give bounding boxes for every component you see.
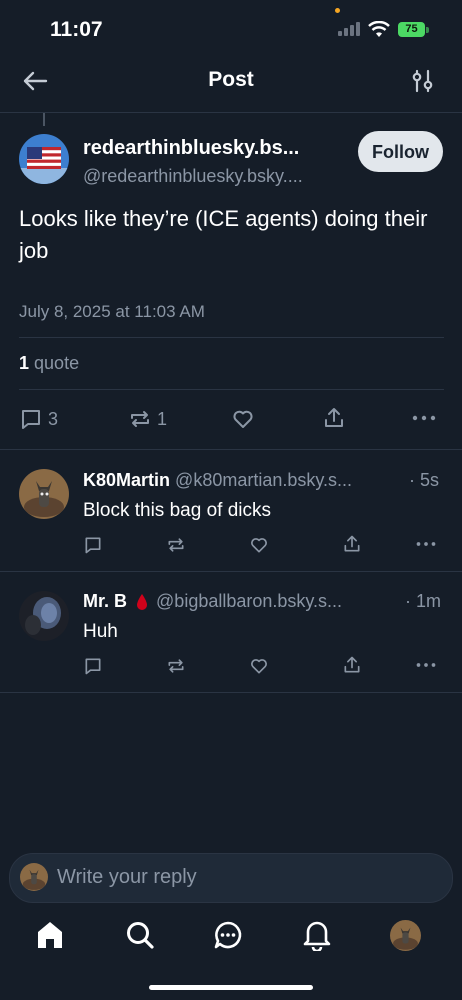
repost-button[interactable]: 1 — [128, 407, 167, 431]
privacy-indicator — [335, 8, 340, 13]
cellular-signal-icon — [338, 22, 360, 36]
reply-author-handle: @k80martian.bsky.s... — [175, 470, 353, 490]
share-icon[interactable] — [322, 406, 346, 430]
header-divider — [0, 112, 462, 113]
author-name[interactable]: redearthinbluesky.bs... — [83, 137, 299, 160]
post-text: Looks like they’re (ICE agents) doing th… — [19, 206, 428, 263]
share-icon[interactable] — [342, 534, 362, 554]
quote-count[interactable]: 1 quote — [19, 353, 79, 374]
reply-icon — [22, 410, 40, 429]
wifi-icon — [368, 21, 390, 38]
reply-timestamp: · 5s — [409, 470, 440, 490]
repost-icon[interactable] — [166, 535, 186, 555]
stats-divider — [19, 389, 444, 390]
reply-button[interactable]: 3 — [19, 407, 58, 431]
like-icon[interactable] — [249, 535, 269, 555]
search-icon[interactable] — [125, 920, 155, 950]
home-indicator — [149, 985, 313, 990]
bell-icon[interactable] — [303, 919, 331, 951]
more-icon[interactable] — [411, 412, 437, 424]
like-icon[interactable] — [231, 407, 255, 431]
repost-icon — [131, 411, 149, 427]
more-icon[interactable] — [415, 539, 437, 549]
reply-avatar[interactable] — [19, 469, 69, 519]
reply-author[interactable]: Mr. B @bigballbaron.bsky.s... — [83, 591, 342, 612]
post-date: July 8, 2025 at 11:03 AM — [19, 302, 205, 321]
author-avatar[interactable] — [19, 134, 69, 184]
post-divider — [19, 337, 444, 338]
quote-number: 1 — [19, 353, 30, 373]
composer-avatar — [20, 863, 48, 891]
drop-emoji-icon — [136, 593, 148, 611]
profile-avatar[interactable] — [390, 920, 421, 951]
status-time: 11:07 — [50, 18, 103, 41]
reply-text: Huh — [83, 621, 118, 642]
reply-icon[interactable] — [83, 535, 103, 555]
author-handle[interactable]: @redearthinbluesky.bsky.... — [83, 166, 303, 187]
repost-count: 1 — [157, 408, 168, 429]
post-bottom-divider — [0, 449, 462, 450]
share-icon[interactable] — [342, 655, 362, 675]
page-title: Post — [208, 68, 254, 91]
quote-label: quote — [34, 353, 80, 373]
reply-timestamp: · 1m — [405, 591, 441, 611]
reply-input-placeholder[interactable]: Write your reply — [57, 866, 197, 889]
thread-line — [43, 113, 45, 126]
reply-divider — [0, 571, 462, 572]
reply-author-handle: @bigballbaron.bsky.s... — [156, 591, 343, 611]
home-icon[interactable] — [36, 920, 64, 950]
battery-indicator: 75 — [398, 22, 425, 37]
more-icon[interactable] — [415, 660, 437, 670]
chat-icon[interactable] — [213, 920, 243, 950]
reply-author-name: K80Martin — [83, 470, 171, 490]
repost-icon[interactable] — [166, 656, 186, 676]
like-icon[interactable] — [249, 656, 269, 676]
follow-button[interactable]: Follow — [358, 131, 443, 172]
reply-avatar[interactable] — [19, 591, 69, 641]
reply-author[interactable]: K80Martin @k80martian.bsky.s... — [83, 470, 352, 491]
reply-divider — [0, 692, 462, 693]
reply-author-name: Mr. B — [83, 591, 128, 611]
battery-tip — [426, 27, 429, 33]
reply-count: 3 — [48, 408, 59, 429]
filter-icon[interactable] — [412, 69, 434, 93]
reply-icon[interactable] — [83, 656, 103, 676]
reply-text: Block this bag of dicks — [83, 500, 271, 521]
